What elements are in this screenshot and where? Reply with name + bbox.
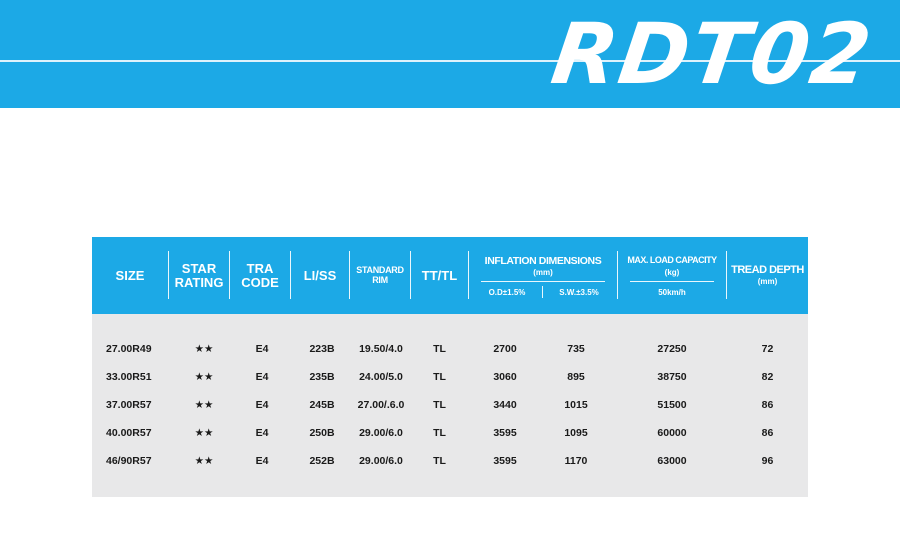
cell-load: 60000 [657, 427, 687, 439]
cell-tread: 86 [761, 399, 774, 411]
header-star-rating: STAR RATING [169, 237, 229, 314]
cell-tread: 96 [761, 455, 774, 467]
header-tread-depth: TREAD DEPTH (mm) [727, 237, 808, 314]
cell-star: ★★ [194, 399, 214, 411]
cell-tra: E4 [255, 455, 269, 467]
cell-load: 51500 [657, 399, 687, 411]
cell-star: ★★ [194, 371, 214, 383]
header-li-ss-label: LI/SS [303, 267, 337, 283]
header-size: SIZE [92, 237, 168, 314]
table-row: 46/90R57 ★★ E4 252B 29.00/6.0 TL 3595 1170 63000… [92, 447, 808, 475]
header-tt-tl: TT/TL [411, 237, 468, 314]
cell-od: 3595 [493, 455, 517, 467]
cell-li: 250B [309, 427, 335, 439]
header-sub-divider [542, 286, 543, 298]
cell-rim: 29.00/6.0 [359, 455, 403, 467]
cell-load: 27250 [657, 343, 687, 355]
header-star-rating-line2: RATING [174, 274, 224, 290]
cell-tra: E4 [255, 427, 269, 439]
cell-load: 63000 [657, 455, 687, 467]
cell-sw: 895 [567, 371, 585, 383]
header-speed: 50km/h [658, 288, 686, 297]
cell-sw: 735 [567, 343, 585, 355]
cell-rim: 29.00/6.0 [359, 427, 403, 439]
cell-tt: TL [433, 455, 446, 467]
header-star-rating-line1: STAR [181, 260, 217, 276]
tread-depth-title: TREAD DEPTH [731, 264, 804, 277]
cell-li: 245B [309, 399, 335, 411]
cell-tt: TL [433, 343, 446, 355]
cell-tra: E4 [255, 371, 269, 383]
cell-li: 235B [309, 371, 335, 383]
header-max-load-capacity: MAX. LOAD CAPACITY (kg) 50km/h [618, 237, 726, 314]
table-row: 27.00R49 ★★ E4 223B 19.50/4.0 TL 2700 735 27250 7… [92, 335, 808, 363]
cell-tra: E4 [255, 343, 269, 355]
cell-size: 27.00R49 [106, 343, 152, 355]
inflation-dimensions-rule [481, 281, 605, 282]
title-banner: RDT02 [0, 0, 900, 108]
header-sw: S.W.±3.5% [559, 288, 599, 297]
cell-size: 37.00R57 [106, 399, 152, 411]
header-standard-rim: STANDARD RIM [350, 237, 410, 314]
cell-tt: TL [433, 399, 446, 411]
cell-od: 3060 [493, 371, 517, 383]
cell-load: 38750 [657, 371, 687, 383]
cell-sw: 1170 [564, 455, 588, 467]
cell-od: 2700 [493, 343, 517, 355]
model-title: RDT02 [546, 5, 879, 103]
max-load-title: MAX. LOAD CAPACITY [627, 255, 717, 265]
header-inflation-dimensions: INFLATION DIMENSIONS (mm) O.D±1.5% S.W.±… [469, 237, 617, 314]
table-header: SIZE STAR RATING TRA CODE LI/SS STANDARD… [92, 237, 808, 314]
cell-size: 33.00R51 [106, 371, 152, 383]
inflation-dimensions-unit: (mm) [533, 268, 553, 277]
cell-rim: 24.00/5.0 [359, 371, 403, 383]
cell-tread: 72 [761, 343, 774, 355]
inflation-dimensions-title: INFLATION DIMENSIONS [484, 255, 602, 267]
table-row: 40.00R57 ★★ E4 250B 29.00/6.0 TL 3595 1095 60000… [92, 419, 808, 447]
header-li-ss: LI/SS [291, 237, 349, 314]
cell-star: ★★ [194, 455, 214, 467]
cell-sw: 1015 [564, 399, 588, 411]
cell-li: 252B [309, 455, 335, 467]
table-row: 33.00R51 ★★ E4 235B 24.00/5.0 TL 3060 895 38750 8… [92, 363, 808, 391]
cell-rim: 27.00/.6.0 [357, 399, 405, 411]
cell-tread: 82 [761, 371, 774, 383]
header-tra-code-line1: TRA [246, 260, 274, 276]
cell-tra: E4 [255, 399, 269, 411]
cell-li: 223B [309, 343, 335, 355]
cell-tt: TL [433, 427, 446, 439]
cell-od: 3595 [493, 427, 517, 439]
cell-size: 40.00R57 [106, 427, 152, 439]
max-load-unit: (kg) [664, 268, 680, 277]
table-row: 37.00R57 ★★ E4 245B 27.00/.6.0 TL 3440 1015 5150… [92, 391, 808, 419]
max-load-rule [630, 281, 714, 282]
cell-star: ★★ [194, 343, 214, 355]
cell-tread: 86 [761, 427, 774, 439]
header-tt-tl-label: TT/TL [421, 267, 458, 283]
cell-rim: 19.50/4.0 [359, 343, 403, 355]
cell-sw: 1095 [564, 427, 588, 439]
cell-od: 3440 [493, 399, 517, 411]
cell-star: ★★ [194, 427, 214, 439]
header-tra-code: TRA CODE [230, 237, 290, 314]
tread-depth-unit: (mm) [757, 276, 778, 286]
cell-size: 46/90R57 [106, 455, 152, 467]
header-tra-code-line2: CODE [241, 274, 279, 290]
cell-tt: TL [433, 371, 446, 383]
header-size-label: SIZE [115, 267, 145, 283]
header-od: O.D±1.5% [488, 288, 526, 297]
spec-table: SIZE STAR RATING TRA CODE LI/SS STANDARD… [92, 237, 808, 497]
header-standard-rim-line2: RIM [372, 274, 388, 285]
